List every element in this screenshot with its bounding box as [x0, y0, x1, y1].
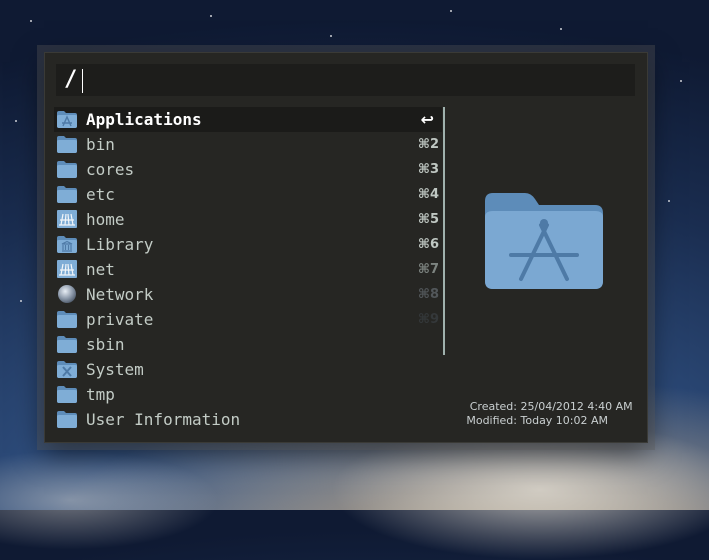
created-label: Created:: [469, 400, 517, 413]
launcher-window: / Applications ↩ bin ⌘2 cores ⌘3 etc ⌘4 home ⌘5 Li…: [44, 52, 648, 443]
result-label: Network: [86, 285, 154, 304]
folder-icon: [56, 159, 78, 179]
folder-icon: [56, 309, 78, 329]
result-label: home: [86, 210, 125, 229]
result-row-bin[interactable]: bin ⌘2: [54, 132, 442, 157]
network-folder-icon: [56, 209, 78, 229]
shortcut-label: ⌘7: [417, 262, 439, 277]
result-row-cores[interactable]: cores ⌘3: [54, 157, 442, 182]
shortcut-label: ⌘8: [417, 287, 439, 302]
query-text: /: [64, 67, 78, 92]
return-key-icon: ↩: [420, 110, 434, 129]
results-list: Applications ↩ bin ⌘2 cores ⌘3 etc ⌘4 home ⌘5 Libr…: [54, 107, 442, 432]
search-input[interactable]: /: [56, 64, 635, 96]
folder-icon: [56, 184, 78, 204]
result-label: User Information: [86, 410, 241, 429]
shortcut-label: ⌘9: [417, 312, 439, 327]
result-label: private: [86, 310, 154, 329]
result-label: tmp: [86, 385, 115, 404]
preview-divider: [443, 107, 445, 355]
folder-icon: [56, 134, 78, 154]
result-row-private[interactable]: private ⌘9: [54, 307, 442, 332]
result-row-tmp[interactable]: tmp: [54, 382, 442, 407]
result-row-system[interactable]: System: [54, 357, 442, 382]
result-row-network[interactable]: Network ⌘8: [54, 282, 442, 307]
folder-icon: [56, 384, 78, 404]
modified-value: Today 10:02 AM: [520, 414, 609, 427]
result-row-sbin[interactable]: sbin: [54, 332, 442, 357]
result-row-applications[interactable]: Applications ↩: [54, 107, 442, 132]
result-label: bin: [86, 135, 115, 154]
shortcut-label: ⌘4: [417, 187, 439, 202]
created-value: 25/04/2012 4:40 AM: [520, 400, 633, 413]
shortcut-label: ⌘6: [417, 237, 439, 252]
system-folder-icon: [56, 359, 78, 379]
result-row-library[interactable]: Library ⌘6: [54, 232, 442, 257]
result-label: Library: [86, 235, 154, 254]
result-label: Applications: [86, 110, 202, 129]
result-label: etc: [86, 185, 115, 204]
folder-icon: [56, 409, 78, 429]
applications-folder-icon: [56, 109, 78, 129]
network-globe-icon: [56, 284, 78, 304]
file-metadata: Created: 25/04/2012 4:40 AM Modified: To…: [455, 400, 645, 428]
shortcut-label: ⌘3: [417, 162, 439, 177]
network-folder-icon: [56, 259, 78, 279]
text-caret: [82, 69, 83, 93]
applications-folder-preview-icon: [485, 193, 603, 289]
result-label: sbin: [86, 335, 125, 354]
modified-label: Modified:: [466, 414, 517, 427]
preview-pane: [481, 183, 607, 291]
result-label: System: [86, 360, 144, 379]
library-folder-icon: [56, 234, 78, 254]
result-row-etc[interactable]: etc ⌘4: [54, 182, 442, 207]
shortcut-label: ⌘5: [417, 212, 439, 227]
result-label: net: [86, 260, 115, 279]
result-row-net[interactable]: net ⌘7: [54, 257, 442, 282]
result-label: cores: [86, 160, 135, 179]
result-row-home[interactable]: home ⌘5: [54, 207, 442, 232]
result-row-user-information[interactable]: User Information: [54, 407, 442, 432]
shortcut-label: ⌘2: [417, 137, 439, 152]
folder-icon: [56, 334, 78, 354]
